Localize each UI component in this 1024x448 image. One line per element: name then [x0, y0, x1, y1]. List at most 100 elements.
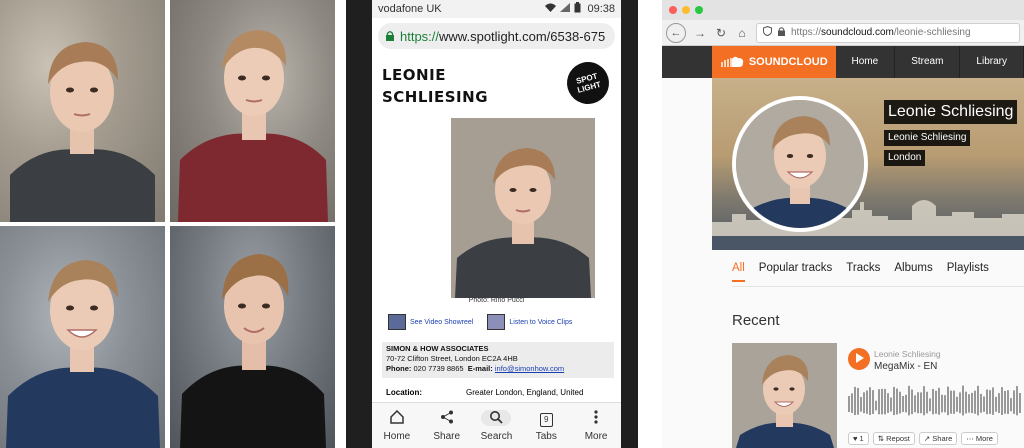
more-icon [594, 409, 598, 426]
headshot-grid [0, 0, 340, 448]
waveform-bar [995, 396, 997, 412]
profile-tabs: All Popular tracks Tracks Albums Playlis… [732, 262, 989, 282]
waveform-bar [1016, 386, 1018, 416]
headshot-photo-denim-shirt [0, 0, 165, 222]
more-button[interactable]: ⋯ More [961, 432, 998, 445]
media-links: See Video Showreel Listen to Voice Clips [388, 314, 572, 330]
nav-search-button[interactable]: Search [472, 403, 522, 448]
waveform-bar [851, 393, 853, 413]
close-window-button[interactable] [669, 6, 677, 14]
waveform-bar [920, 392, 922, 414]
waveform-bar [917, 392, 919, 414]
video-showreel-link[interactable]: See Video Showreel [388, 314, 473, 330]
waveform-bar [869, 387, 871, 415]
nav-home-button[interactable]: Home [372, 403, 422, 448]
waveform-bar [893, 386, 895, 416]
waveform-bar [887, 393, 889, 413]
nav-tab-home[interactable]: Home [836, 46, 896, 78]
home-icon[interactable]: ⌂ [735, 26, 749, 40]
waveform-bar [1007, 390, 1009, 414]
waveform-bar [866, 390, 868, 414]
repost-icon: ⇅ [877, 434, 885, 443]
profile-header: LEONIE SCHLIESING SPOT LIGHT [372, 54, 621, 112]
agency-email-link[interactable]: info@simonhow.com [495, 364, 564, 373]
track-artwork[interactable] [732, 343, 837, 448]
waveform-bar [908, 385, 910, 416]
agency-box: SIMON & HOW ASSOCIATES 70-72 Clifton Str… [382, 342, 614, 378]
voice-clips-link[interactable]: Listen to Voice Clips [487, 314, 572, 330]
waveform-bar [962, 385, 964, 416]
spotlight-logo[interactable]: SPOT LIGHT [562, 57, 614, 109]
tab-tracks[interactable]: Tracks [846, 262, 880, 282]
waveform-bar [980, 393, 982, 413]
tab-popular-tracks[interactable]: Popular tracks [759, 262, 833, 282]
browser-toolbar: ← → ↻ ⌂ https://soundcloud.com/leonie-sc… [662, 20, 1024, 46]
waveform-bar [944, 395, 946, 413]
waveform-bar [986, 389, 988, 415]
waveform-bar [848, 396, 850, 412]
carrier-label: vodafone UK [378, 3, 442, 15]
waveform-bar [932, 388, 934, 415]
tab-playlists[interactable]: Playlists [947, 262, 989, 282]
share-button[interactable]: ↗ Share [918, 432, 958, 445]
agency-name: SIMON & HOW ASSOCIATES [386, 344, 489, 353]
waveform-bar [950, 390, 952, 414]
nav-tab-stream[interactable]: Stream [895, 46, 961, 78]
reload-icon[interactable]: ↻ [714, 26, 728, 40]
home-icon [390, 409, 404, 426]
back-arrow-icon[interactable]: ← [666, 22, 686, 43]
track-waveform[interactable] [848, 382, 1024, 418]
repost-button[interactable]: ⇅ Repost [872, 432, 915, 445]
like-button[interactable]: ♥ 1 [848, 432, 869, 445]
recent-heading: Recent [732, 312, 780, 329]
waveform-bar [899, 391, 901, 414]
browser-address-bar[interactable]: https://soundcloud.com/leonie-schliesing [756, 22, 1020, 43]
waveform-bar [857, 387, 859, 415]
waveform-bar [974, 390, 976, 414]
url-text: https://soundcloud.com/leonie-schliesing [791, 27, 971, 38]
track-title[interactable]: MegaMix - EN [874, 361, 937, 372]
nav-share-button[interactable]: Share [422, 403, 472, 448]
waveform-bar [959, 392, 961, 414]
profile-avatar[interactable] [732, 96, 868, 232]
shield-icon [763, 25, 772, 39]
track-actions: ♥ 1 ⇅ Repost ↗ Share ⋯ More [848, 432, 998, 445]
url-scheme: https:// [400, 28, 440, 44]
forward-arrow-icon[interactable]: → [693, 26, 707, 40]
mobile-url-bar[interactable]: https:// www.spotlight.com/6538-675 [378, 23, 615, 49]
spotlight-mobile-page: vodafone UK 09:38 https:// www.spotlight… [372, 0, 621, 448]
waveform-bar [905, 394, 907, 413]
signal-icon [560, 3, 571, 15]
nav-more-button[interactable]: More [571, 403, 621, 448]
waveform-bar [878, 389, 880, 415]
track-uploader[interactable]: Leonie Schliesing [874, 349, 941, 359]
tabs-icon: 9 [539, 410, 553, 427]
profile-headshot [451, 118, 595, 298]
minimize-window-button[interactable] [682, 6, 690, 14]
composite-screenshot: vodafone UK 09:38 https:// www.spotlight… [0, 0, 1024, 448]
profile-username: Leonie Schliesing [884, 130, 971, 146]
nav-tabs-button[interactable]: 9 Tabs [521, 403, 571, 448]
waveform-bar [938, 387, 940, 415]
waveform-bar [1013, 390, 1015, 414]
play-button[interactable] [848, 348, 870, 370]
nav-tab-library[interactable]: Library [960, 46, 1024, 78]
profile-display-name: Leonie Schliesing [884, 100, 1018, 124]
agency-address: 70-72 Clifton Street, London EC2A 4HB [386, 354, 518, 363]
tab-all[interactable]: All [732, 262, 745, 282]
tab-albums[interactable]: Albums [894, 262, 932, 282]
phone-frame: vodafone UK 09:38 https:// www.spotlight… [346, 0, 638, 448]
url-path: www.spotlight.com/6538-675 [439, 28, 606, 44]
waveform-bar [863, 392, 865, 414]
share-icon [440, 410, 454, 426]
waveform-bar [941, 394, 943, 413]
waveform-bar [1010, 398, 1012, 412]
waveform-bar [992, 387, 994, 415]
cloud-icon [720, 55, 744, 70]
maximize-window-button[interactable] [695, 6, 703, 14]
waveform-bar [929, 398, 931, 412]
waveform-bar [1004, 390, 1006, 414]
agency-contact: Phone: 020 7739 8865 E-mail: info@simonh… [386, 364, 565, 373]
soundcloud-logo[interactable]: SOUNDCLOUD [712, 46, 836, 78]
actor-name: LEONIE SCHLIESING [382, 66, 489, 106]
